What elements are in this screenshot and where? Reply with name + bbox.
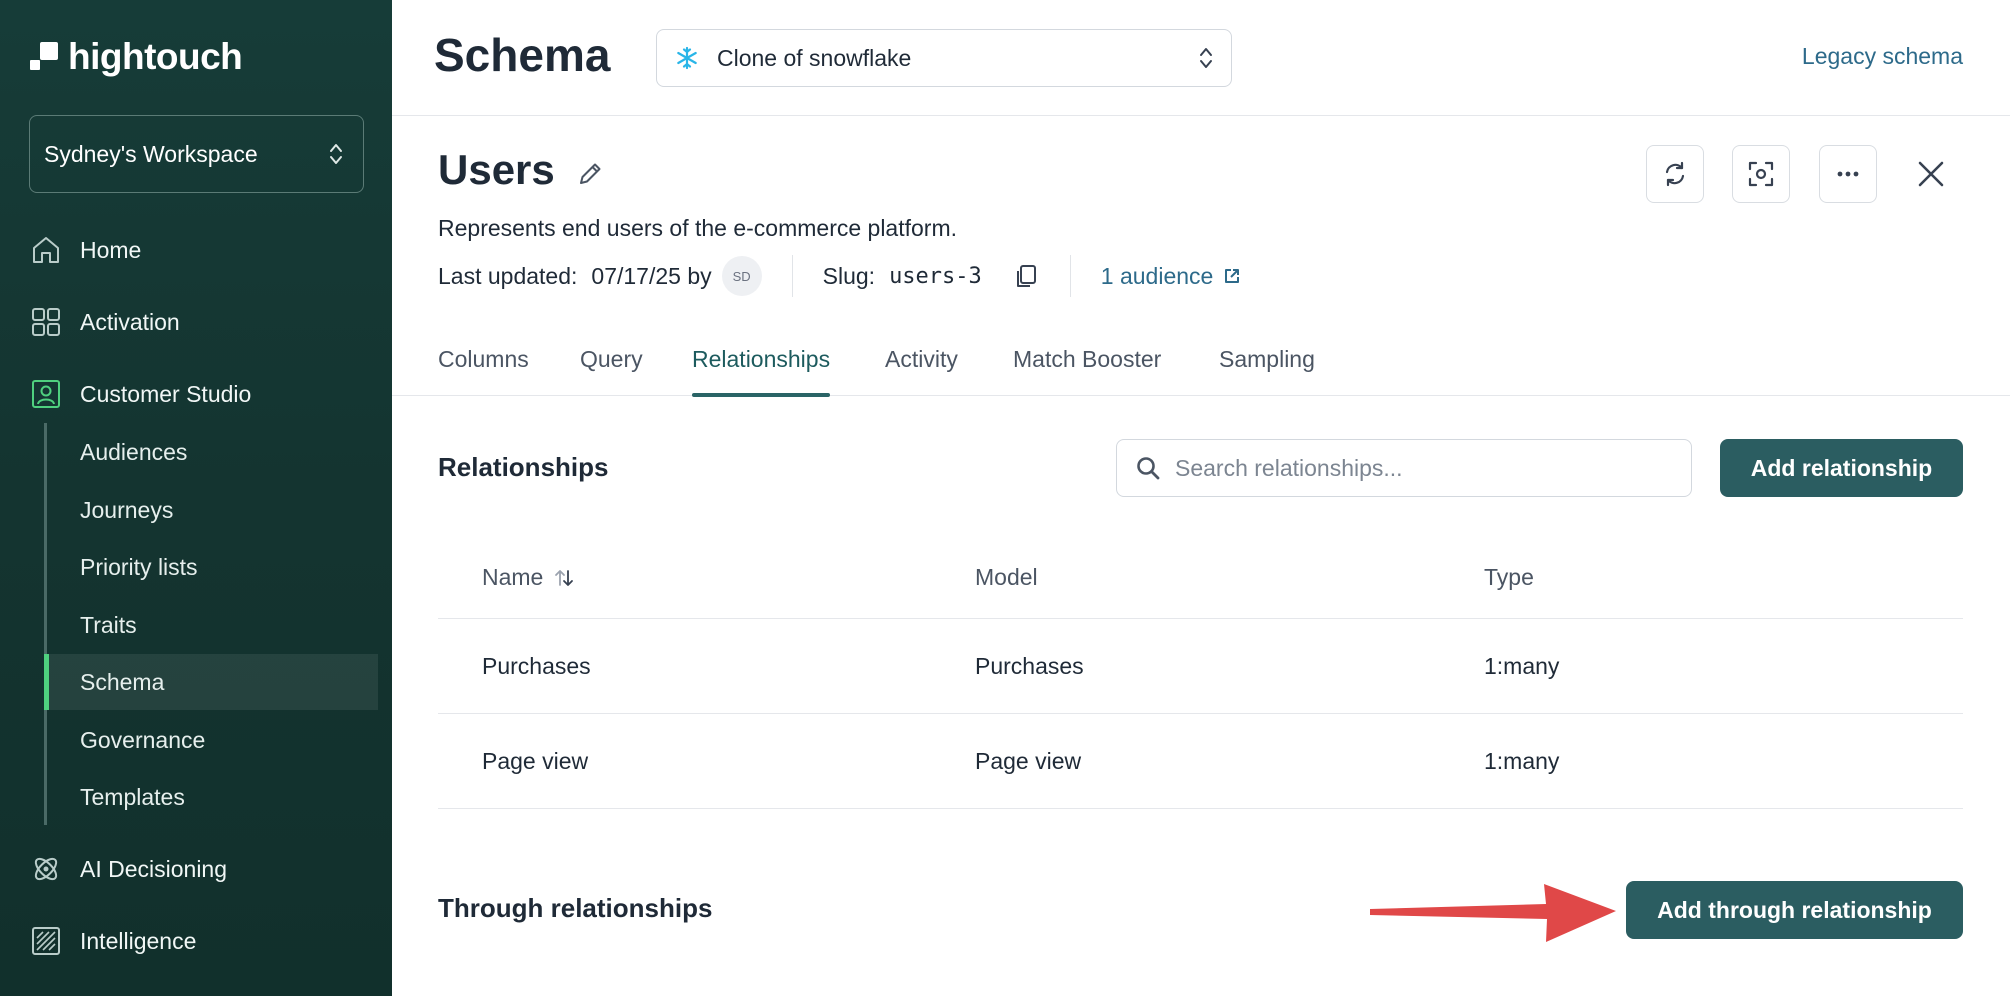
- sub-item-schema[interactable]: Schema: [44, 654, 378, 710]
- tab-activity[interactable]: Activity: [885, 346, 958, 396]
- sub-item-templates[interactable]: Templates: [46, 769, 378, 825]
- nav-item-home[interactable]: Home: [0, 222, 392, 278]
- model-description: Represents end users of the e-commerce p…: [438, 215, 958, 241]
- close-icon[interactable]: [1914, 157, 1948, 191]
- sub-item-traits[interactable]: Traits: [46, 597, 378, 653]
- snowflake-icon: [677, 46, 697, 70]
- column-header-label: Name: [482, 564, 544, 590]
- brand-name: hightouch: [68, 36, 243, 77]
- avatar: SD: [721, 256, 762, 296]
- nav-item-label: Intelligence: [80, 927, 197, 954]
- model-meta: Last updated: 07/17/25 by SD Slug: users…: [438, 255, 1242, 297]
- nav-item-activation[interactable]: Activation: [0, 294, 392, 350]
- more-options-button[interactable]: [1819, 145, 1877, 203]
- model-tabs: Columns Query Relationships Activity Mat…: [392, 336, 2010, 397]
- model-title: Users: [438, 146, 555, 193]
- hightouch-logo-icon: [30, 42, 58, 72]
- sub-item-journeys[interactable]: Journeys: [46, 482, 378, 538]
- search-icon: [1137, 457, 1160, 480]
- table-row[interactable]: Page view Page view 1:many: [438, 714, 1963, 809]
- slug-value: users-3: [889, 263, 982, 289]
- activation-icon: [32, 308, 60, 336]
- page-title: Schema: [434, 29, 611, 81]
- table-header: Name Model Type: [438, 537, 1963, 619]
- sub-item-priority-lists[interactable]: Priority lists: [46, 539, 378, 595]
- focus-icon: [1748, 161, 1774, 187]
- nav-item-customer-studio[interactable]: Customer Studio: [0, 366, 392, 422]
- nav-item-label: Customer Studio: [80, 380, 252, 407]
- relationship-name: Page view: [482, 747, 589, 774]
- refresh-icon: [1665, 161, 1685, 187]
- relationship-type: 1:many: [1484, 652, 1560, 679]
- audience-link[interactable]: 1 audience: [1101, 263, 1242, 290]
- relationship-model: Purchases: [975, 652, 1084, 679]
- focus-button[interactable]: [1732, 145, 1790, 203]
- intelligence-icon: [32, 927, 60, 955]
- sub-item-governance[interactable]: Governance: [46, 712, 378, 768]
- external-link-icon: [1225, 269, 1240, 283]
- column-header-type: Type: [1484, 564, 1534, 590]
- pencil-icon[interactable]: [576, 160, 604, 188]
- column-header-model: Model: [975, 564, 1038, 590]
- relationships-heading: Relationships: [438, 452, 609, 482]
- search-input[interactable]: [1175, 454, 1673, 482]
- relationship-name: Purchases: [482, 652, 591, 679]
- add-relationship-button[interactable]: Add relationship: [1720, 439, 1963, 497]
- legacy-schema-link[interactable]: Legacy schema: [1802, 43, 1963, 70]
- last-updated-label: Last updated:: [438, 262, 578, 289]
- ellipsis-icon: [1837, 171, 1859, 177]
- sub-item-audiences[interactable]: Audiences: [46, 424, 378, 480]
- workspace-name: Sydney's Workspace: [44, 140, 258, 167]
- refresh-button[interactable]: [1646, 145, 1704, 203]
- hightouch-logo[interactable]: hightouch: [30, 36, 243, 78]
- relationships-search[interactable]: [1116, 439, 1692, 497]
- copy-icon[interactable]: [1012, 262, 1040, 290]
- chevron-updown-icon: [1200, 48, 1212, 68]
- nav-item-label: AI Decisioning: [80, 855, 228, 882]
- tab-columns[interactable]: Columns: [438, 346, 529, 396]
- customer-studio-icon: [32, 380, 60, 408]
- sidebar: hightouch Sydney's Workspace Home Activa…: [0, 0, 392, 996]
- relationships-table: Name Model Type Purchases Purchases 1:ma…: [438, 537, 1963, 809]
- ai-decisioning-icon: [34, 857, 58, 881]
- divider: [1069, 255, 1071, 297]
- tab-sampling[interactable]: Sampling: [1219, 346, 1315, 396]
- last-updated-value: 07/17/25 by: [591, 262, 712, 289]
- nav-item-ai-decisioning[interactable]: AI Decisioning: [0, 841, 392, 897]
- source-select-value: Clone of snowflake: [717, 44, 912, 71]
- add-through-relationship-button[interactable]: Add through relationship: [1626, 881, 1963, 939]
- nav-item-intelligence[interactable]: Intelligence: [0, 913, 392, 969]
- audience-link-label: 1 audience: [1100, 262, 1214, 289]
- annotation-arrow-icon: [1370, 884, 1616, 942]
- through-relationships-heading: Through relationships: [438, 893, 713, 923]
- sort-icon: [555, 569, 574, 586]
- top-header: Schema Clone of snowflake Legacy schema: [392, 0, 2010, 116]
- tab-relationships[interactable]: Relationships: [692, 346, 831, 397]
- slug-label: Slug:: [822, 262, 876, 289]
- tab-match-booster[interactable]: Match Booster: [1013, 346, 1161, 396]
- column-header-name[interactable]: Name: [482, 537, 575, 618]
- tab-query[interactable]: Query: [580, 346, 643, 396]
- divider: [791, 255, 793, 297]
- nav-item-label: Home: [80, 236, 142, 263]
- home-icon: [33, 237, 59, 263]
- chevron-updown-icon: [330, 144, 342, 164]
- relationship-type: 1:many: [1484, 747, 1560, 774]
- nav-item-label: Activation: [80, 308, 180, 335]
- relationship-model: Page view: [975, 747, 1082, 774]
- table-row[interactable]: Purchases Purchases 1:many: [438, 619, 1963, 714]
- workspace-switcher[interactable]: Sydney's Workspace: [29, 115, 364, 193]
- source-select[interactable]: Clone of snowflake: [656, 29, 1232, 87]
